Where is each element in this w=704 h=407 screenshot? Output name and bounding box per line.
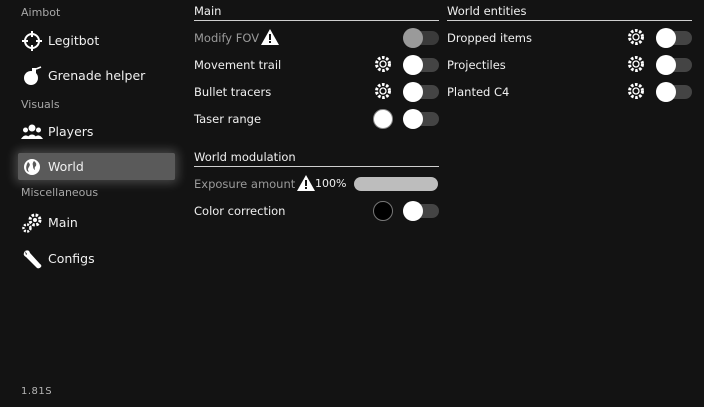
sidebar-item-label: Players xyxy=(48,124,94,139)
taser-range-color-swatch[interactable] xyxy=(373,109,393,129)
toggle-knob xyxy=(656,28,676,48)
toggle-knob xyxy=(403,109,423,129)
row-label: Planted C4 xyxy=(447,85,510,99)
gear-icon[interactable] xyxy=(373,54,393,74)
color-correction-swatch[interactable] xyxy=(373,201,393,221)
panel-title: World modulation xyxy=(194,150,296,164)
row-taser-range: Taser range xyxy=(194,110,261,128)
taser-range-toggle[interactable] xyxy=(403,109,439,129)
exposure-value: 100% xyxy=(315,177,347,190)
projectiles-toggle[interactable] xyxy=(656,55,692,75)
row-label: Projectiles xyxy=(447,58,506,72)
gear-icon[interactable] xyxy=(373,81,393,101)
toggle-knob xyxy=(403,201,423,221)
world-modulation-panel: World modulation Exposure amount 100% Co… xyxy=(194,150,439,230)
row-label: Dropped items xyxy=(447,31,532,45)
sidebar-item-world[interactable]: World xyxy=(18,153,175,180)
bullet-tracers-toggle[interactable] xyxy=(403,82,439,102)
sidebar-item-players[interactable]: Players xyxy=(18,118,175,145)
row-projectiles: Projectiles xyxy=(447,56,506,74)
dropped-items-toggle[interactable] xyxy=(656,28,692,48)
gear-icon[interactable] xyxy=(626,54,646,74)
divider xyxy=(447,20,692,21)
toggle-knob xyxy=(403,82,423,102)
gears-icon xyxy=(21,212,43,234)
sidebar-item-grenade-helper[interactable]: Grenade helper xyxy=(18,62,175,89)
world-entities-panel: World entities Dropped items Projectiles… xyxy=(447,4,692,112)
row-label: Bullet tracers xyxy=(194,85,272,99)
sidebar-item-label: Main xyxy=(48,215,78,230)
players-icon xyxy=(21,121,43,143)
version-label: 1.81S xyxy=(21,386,53,397)
row-label: Color correction xyxy=(194,204,286,218)
row-label: Exposure amount xyxy=(194,177,296,191)
warning-icon xyxy=(296,174,316,192)
grenade-icon xyxy=(21,65,43,87)
sidebar-item-label: World xyxy=(48,159,84,174)
gear-icon[interactable] xyxy=(626,27,646,47)
sidebar-item-main[interactable]: Main xyxy=(18,209,175,236)
sidebar-item-label: Legitbot xyxy=(48,33,100,48)
planted-c4-toggle[interactable] xyxy=(656,82,692,102)
row-planted-c4: Planted C4 xyxy=(447,83,509,101)
row-movement-trail: Movement trail xyxy=(194,56,281,74)
panel-title: Main xyxy=(194,4,222,18)
exposure-slider[interactable] xyxy=(354,177,438,191)
row-bullet-tracers: Bullet tracers xyxy=(194,83,271,101)
globe-icon xyxy=(21,156,43,178)
row-exposure-amount: Exposure amount xyxy=(194,175,295,193)
sidebar-item-legitbot[interactable]: Legitbot xyxy=(18,27,175,54)
color-correction-toggle[interactable] xyxy=(403,201,439,221)
section-label-visuals: Visuals xyxy=(21,98,60,111)
main-panel: Main Modify FOV Movement trail Bullet tr… xyxy=(194,4,439,139)
row-color-correction: Color correction xyxy=(194,202,285,220)
toggle-knob xyxy=(403,55,423,75)
sidebar-item-label: Configs xyxy=(48,251,95,266)
wrench-icon xyxy=(21,248,43,270)
toggle-knob xyxy=(656,82,676,102)
sidebar: Aimbot Legitbot Grenade helper Visuals P… xyxy=(0,0,185,407)
modify-fov-toggle[interactable] xyxy=(403,28,439,48)
warning-icon xyxy=(260,28,280,46)
crosshair-icon xyxy=(21,30,43,52)
sidebar-item-label: Grenade helper xyxy=(48,68,146,83)
toggle-knob xyxy=(656,55,676,75)
row-label: Taser range xyxy=(194,112,262,126)
row-label: Modify FOV xyxy=(194,31,260,45)
movement-trail-toggle[interactable] xyxy=(403,55,439,75)
divider xyxy=(194,166,439,167)
section-label-miscellaneous: Miscellaneous xyxy=(21,186,99,199)
row-dropped-items: Dropped items xyxy=(447,29,532,47)
sidebar-item-configs[interactable]: Configs xyxy=(18,245,175,272)
panel-title: World entities xyxy=(447,4,527,18)
section-label-aimbot: Aimbot xyxy=(21,6,61,19)
toggle-knob xyxy=(403,28,423,48)
row-label: Movement trail xyxy=(194,58,282,72)
gear-icon[interactable] xyxy=(626,81,646,101)
divider xyxy=(194,20,439,21)
